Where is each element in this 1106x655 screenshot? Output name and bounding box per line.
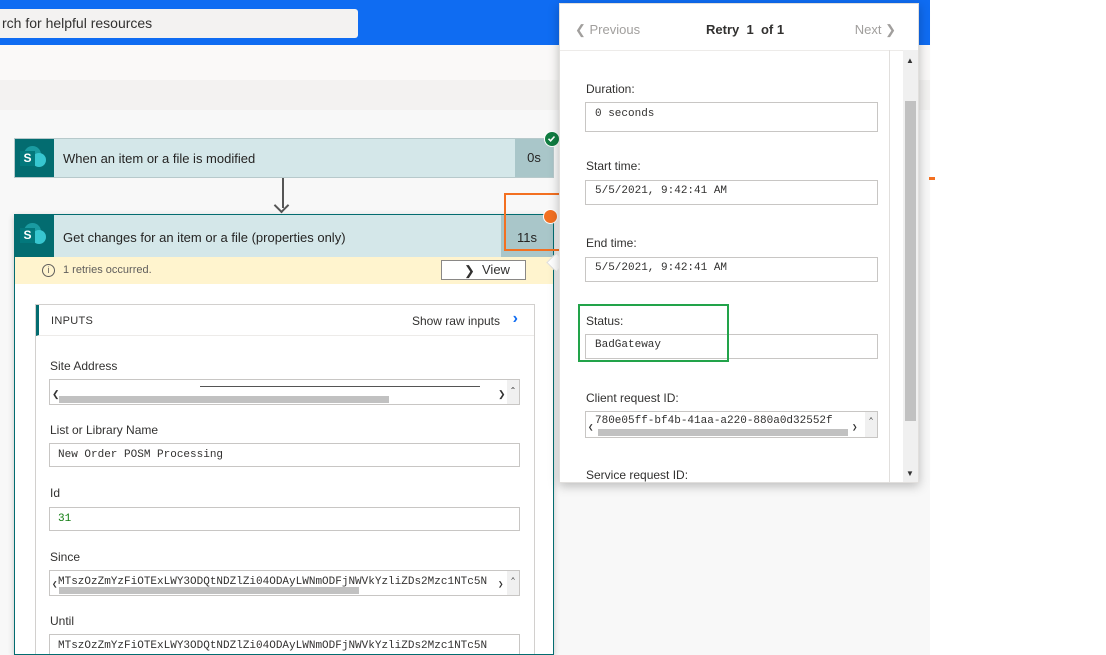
action-card-header[interactable]: S Get changes for an item or a file (pro… (15, 215, 553, 257)
retry-total: of 1 (760, 22, 785, 37)
retry-index: 1 (746, 22, 754, 37)
scroll-down-icon[interactable]: ▼ (906, 469, 914, 478)
inputs-section: INPUTS Show raw inputs › Site Address ❮ … (35, 304, 535, 654)
until-field[interactable]: MTszOzZmYzFiOTExLWY3ODQtNDZlZi04ODAyLWNm… (49, 634, 520, 654)
success-check-icon (544, 131, 560, 147)
horizontal-scrollbar[interactable] (598, 429, 848, 436)
orange-marker (929, 177, 935, 180)
site-address-field[interactable]: ❮ ❯ ⌃⌄ (49, 379, 520, 405)
status-highlight (578, 304, 729, 362)
next-label: Next (854, 22, 882, 37)
duration-label: Duration: (586, 82, 635, 96)
client-request-id-text: 780e05ff-bf4b-41aa-a220-880a0d32552f (595, 415, 833, 427)
scroll-right-icon[interactable]: ❯ (852, 419, 857, 437)
client-request-id-label: Client request ID: (586, 391, 679, 405)
service-request-id-label: Service request ID: (586, 468, 689, 482)
chevron-right-icon[interactable]: › (513, 310, 518, 328)
end-time-label: End time: (586, 236, 637, 250)
retry-details-pane: ❮ Previous Retry 1 of 1 Next ❯ Duration:… (559, 3, 919, 483)
retry-notice-text: 1 retries occurred. (63, 264, 152, 276)
field-label-list-name: List or Library Name (50, 423, 159, 437)
search-input[interactable]: rch for helpful resources (0, 9, 358, 38)
trigger-title: When an item or a file is modified (63, 151, 256, 166)
retry-notice-bar: i 1 retries occurred. ❯ View (15, 257, 553, 284)
scroll-right-icon[interactable]: ❯ (498, 383, 506, 404)
vertical-scrollbar[interactable]: ⌃⌄ (507, 571, 519, 595)
start-time-value: 5/5/2021, 9:42:41 AM (585, 180, 878, 205)
pane-divider (889, 50, 890, 482)
scroll-up-icon[interactable]: ▲ (906, 56, 914, 65)
field-label-id: Id (50, 486, 61, 500)
retry-navigation: ❮ Previous Retry 1 of 1 Next ❯ (560, 4, 918, 51)
view-button-label: View (482, 262, 510, 277)
vertical-scrollbar[interactable]: ⌃⌄ (507, 380, 519, 404)
warning-badge-icon (543, 209, 558, 224)
horizontal-scrollbar[interactable] (59, 396, 389, 403)
field-label-since: Since (50, 550, 81, 564)
inputs-header: INPUTS Show raw inputs › (36, 305, 534, 336)
end-time-value: 5/5/2021, 9:42:41 AM (585, 257, 878, 282)
scrollbar-thumb[interactable] (905, 101, 916, 421)
show-raw-inputs-link[interactable]: Show raw inputs (412, 314, 500, 328)
sharepoint-icon: S (15, 215, 54, 257)
action-card: S Get changes for an item or a file (pro… (14, 214, 554, 655)
horizontal-scrollbar[interactable] (59, 587, 359, 594)
scroll-left-icon[interactable]: ❮ (52, 383, 60, 404)
inputs-heading: INPUTS (51, 315, 94, 327)
chevron-right-icon: ❯ (881, 22, 896, 37)
chevron-right-icon: ❯ (464, 263, 475, 278)
view-retries-button[interactable]: ❯ View (441, 260, 526, 280)
retry-details-body: Duration: 0 seconds Start time: 5/5/2021… (560, 50, 918, 482)
previous-button[interactable]: ❮ Previous (575, 22, 640, 38)
field-label-site-address: Site Address (50, 359, 118, 373)
previous-label: Previous (589, 22, 641, 37)
start-time-label: Start time: (586, 159, 641, 173)
pane-scrollbar[interactable]: ▲ ▼ (903, 50, 918, 482)
list-name-field[interactable]: New Order POSM Processing (49, 443, 520, 467)
redaction-mark (200, 386, 480, 387)
sharepoint-icon: S (15, 139, 54, 177)
id-field[interactable]: 31 (49, 507, 520, 531)
scroll-left-icon[interactable]: ❮ (588, 419, 593, 437)
since-field[interactable]: MTszOzZmYzFiOTExLWY3ODQtNDZlZi04ODAyLWNm… (49, 570, 520, 596)
duration-value: 0 seconds (585, 102, 878, 132)
field-label-until: Until (50, 614, 75, 628)
client-request-id-value: 780e05ff-bf4b-41aa-a220-880a0d32552f ❮ ❯… (585, 411, 878, 438)
retry-word: Retry (706, 22, 740, 37)
scroll-right-icon[interactable]: ❯ (498, 574, 503, 595)
next-button[interactable]: Next ❯ (855, 22, 896, 38)
info-icon: i (42, 264, 55, 277)
retry-counter: Retry 1 of 1 (706, 22, 784, 37)
vertical-scrollbar[interactable]: ⌃⌄ (865, 412, 877, 437)
chevron-left-icon: ❮ (575, 22, 590, 37)
scroll-left-icon[interactable]: ❮ (52, 574, 57, 595)
action-title: Get changes for an item or a file (prope… (63, 230, 346, 245)
trigger-card[interactable]: S When an item or a file is modified 0s (14, 138, 554, 178)
until-value: MTszOzZmYzFiOTExLWY3ODQtNDZlZi04ODAyLWNm… (58, 640, 488, 652)
